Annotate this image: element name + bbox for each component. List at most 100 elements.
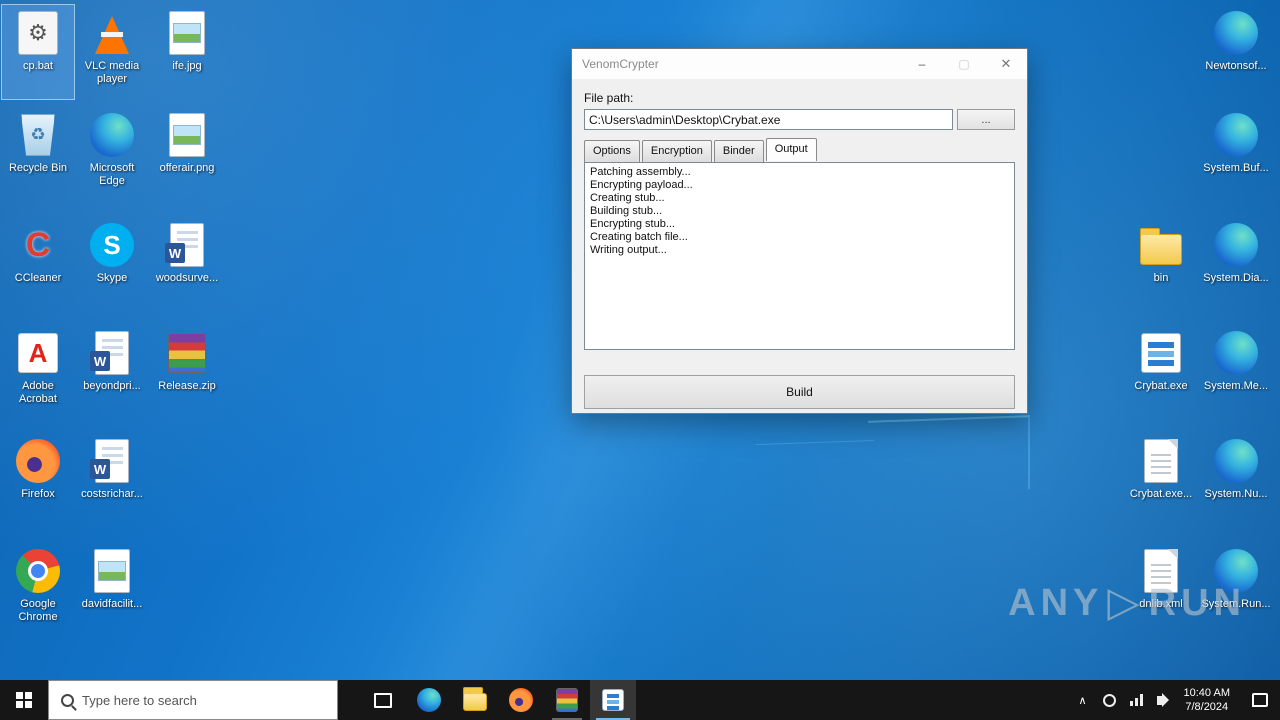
output-line: Building stub... [590,205,663,217]
library-file-icon [1214,113,1258,157]
windows-logo-icon [16,692,32,708]
chrome-icon [16,549,60,593]
desktop-icon-cp-bat[interactable]: cp.bat [1,4,75,100]
desktop-icon-system-me[interactable]: System.Me... [1199,324,1273,420]
folder-icon [1140,227,1182,265]
desktop-icon-edge[interactable]: Microsoft Edge [75,106,149,202]
volume-icon[interactable] [1156,692,1169,707]
desktop-icon-label: Recycle Bin [8,162,68,174]
desktop-icon-label: ife.jpg [172,60,202,72]
window-controls: – ▢ ✕ [901,49,1027,79]
desktop-icon-label: Release.zip [158,380,216,392]
word-document-icon [90,439,129,483]
desktop-icon-label: Skype [96,272,128,284]
desktop-icon-label: davidfacilit... [81,598,143,610]
desktop-icon-beyondpri[interactable]: beyondpri... [75,324,149,420]
output-log[interactable]: Patching assembly... Encrypting payload.… [584,162,1015,350]
edge-browser-icon [90,113,134,157]
clock-date: 7/8/2024 [1185,701,1229,713]
winrar-icon [556,688,578,712]
desktop-icon-label: Newtonsof... [1205,60,1267,72]
tab-binder[interactable]: Binder [713,140,764,162]
firefox-icon [16,439,60,483]
taskbar-file-explorer-button[interactable] [452,680,498,720]
desktop-icon-label: bin [1153,272,1169,284]
browse-button[interactable]: ... [957,109,1015,130]
word-document-icon [165,223,204,267]
desktop-icon-bin-folder[interactable]: bin [1124,216,1198,312]
tab-encryption[interactable]: Encryption [641,140,712,162]
taskbar-search[interactable] [48,680,338,720]
network-icon[interactable] [1129,694,1143,706]
anyrun-logo-icon: ▷ [1107,578,1145,625]
hidden-icons-chevron[interactable]: ∧ [1069,694,1095,707]
venomcrypter-window: VenomCrypter – ▢ ✕ File path: ... Option… [571,48,1028,414]
search-icon [61,693,74,707]
text-document-icon [1144,439,1178,483]
window-titlebar[interactable]: VenomCrypter – ▢ ✕ [572,49,1027,79]
desktop-icon-system-buf[interactable]: System.Buf... [1199,106,1273,202]
output-line: Encrypting payload... [590,179,693,191]
desktop-icon-system-nu[interactable]: System.Nu... [1199,432,1273,528]
desktop-icon-crybat-exe[interactable]: Crybat.exe [1124,324,1198,420]
build-button[interactable]: Build [584,375,1015,409]
action-center-button[interactable] [1240,680,1280,720]
tab-options[interactable]: Options [584,140,640,162]
library-file-icon [1214,439,1258,483]
desktop-icon-release-zip[interactable]: Release.zip [150,324,224,420]
desktop-icon-label: Crybat.exe... [1129,488,1193,500]
anyrun-watermark: ANY ▷ RUN [1008,578,1246,628]
taskbar: ∧ 10:40 AM 7/8/2024 [0,680,1280,720]
desktop-background: cp.bat VLC media player ife.jpg Recycle … [0,0,1280,680]
desktop-icon-label: Google Chrome [18,598,58,623]
desktop-icon-offerair-png[interactable]: offerair.png [150,106,224,202]
desktop-icon-costsrichar[interactable]: costsrichar... [75,432,149,528]
image-file-icon [169,113,205,157]
file-path-label: File path: [584,91,634,105]
desktop-icon-woodsurve[interactable]: woodsurve... [150,216,224,312]
desktop-icon-recycle-bin[interactable]: Recycle Bin [1,106,75,202]
tab-output[interactable]: Output [765,138,817,161]
batch-file-icon [18,11,58,55]
notification-icon [1252,693,1268,707]
library-file-icon [1214,11,1258,55]
firefox-icon [509,688,533,712]
desktop-icon-ccleaner[interactable]: CCleaner [1,216,75,312]
task-view-button[interactable] [360,680,406,720]
desktop-icon-ife-jpg[interactable]: ife.jpg [150,4,224,100]
output-line: Encrypting stub... [590,218,675,230]
taskbar-clock[interactable]: 10:40 AM 7/8/2024 [1174,686,1240,714]
desktop-icon-crybat-exe-config[interactable]: Crybat.exe... [1124,432,1198,528]
system-tray: ∧ 10:40 AM 7/8/2024 [1069,680,1280,720]
taskbar-winrar-button[interactable] [544,680,590,720]
wallpaper-logo-edge [868,415,1030,495]
ccleaner-icon [16,223,60,267]
desktop-icon-label: VLC media player [84,60,140,85]
desktop-icon-skype[interactable]: Skype [75,216,149,312]
desktop-icon-newtonsoft[interactable]: Newtonsof... [1199,4,1273,100]
desktop-icon-system-dia[interactable]: System.Dia... [1199,216,1273,312]
watermark-text-any: ANY [1008,582,1104,624]
taskbar-edge-button[interactable] [406,680,452,720]
acrobat-pdf-icon [18,333,58,373]
maximize-button[interactable]: ▢ [943,49,985,79]
desktop-icon-vlc[interactable]: VLC media player [75,4,149,100]
desktop-icon-google-chrome[interactable]: Google Chrome [1,542,75,638]
desktop-icon-davidfacilit[interactable]: davidfacilit... [75,542,149,638]
wallpaper-logo-edge [756,439,874,497]
desktop-icon-adobe-acrobat[interactable]: Adobe Acrobat [1,324,75,420]
desktop-icon-label: Microsoft Edge [89,162,135,187]
executable-icon [1141,333,1181,373]
venomcrypter-app-icon [602,689,624,711]
taskbar-firefox-button[interactable] [498,680,544,720]
watermark-text-run: RUN [1148,582,1246,624]
taskbar-venomcrypter-button[interactable] [590,680,636,720]
desktop-icon-label: System.Buf... [1203,162,1269,174]
minimize-button[interactable]: – [901,49,943,79]
close-button[interactable]: ✕ [985,49,1027,79]
start-button[interactable] [0,680,48,720]
file-path-input[interactable] [584,109,953,130]
tray-status-icon[interactable] [1102,693,1116,707]
search-input[interactable] [82,692,302,708]
desktop-icon-firefox[interactable]: Firefox [1,432,75,528]
